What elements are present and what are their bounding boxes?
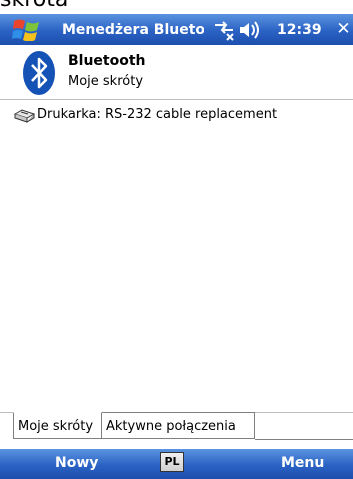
- page-title: Bluetooth: [68, 53, 146, 69]
- list-item-label: Drukarka: RS-232 cable replacement: [37, 107, 278, 122]
- tab-bar: Moje skróty Aktywne połączenia: [0, 412, 353, 450]
- printer-shortcut-icon: [13, 109, 36, 123]
- clock[interactable]: 12:39: [277, 20, 322, 40]
- tab-divider: [255, 439, 353, 440]
- list-item[interactable]: Drukarka: RS-232 cable replacement: [0, 106, 353, 126]
- title-bar: Menedżera Bluetool 12:39 ✕: [0, 14, 353, 45]
- tab-my-shortcuts[interactable]: Moje skróty: [13, 412, 102, 439]
- shortcut-list: Drukarka: RS-232 cable replacement: [0, 100, 353, 412]
- menu-softkey[interactable]: Menu: [281, 455, 324, 471]
- tab-active-connections[interactable]: Aktywne połączenia: [102, 412, 255, 439]
- page-header: Bluetooth Moje skróty: [0, 45, 353, 100]
- clipped-top-label: skrota: [0, 0, 68, 13]
- clipped-top-text: skrota: [0, 0, 353, 14]
- input-panel-button[interactable]: PL: [160, 452, 184, 472]
- bluetooth-icon: [23, 51, 55, 95]
- app-title: Menedżera Bluetool: [62, 22, 204, 38]
- close-button[interactable]: ✕: [334, 14, 353, 45]
- connectivity-icon[interactable]: [212, 19, 236, 41]
- new-softkey[interactable]: Nowy: [55, 455, 98, 471]
- speaker-icon[interactable]: [238, 20, 262, 40]
- windows-flag-icon[interactable]: [12, 18, 42, 41]
- page-subtitle: Moje skróty: [68, 74, 144, 89]
- softkey-bar: Nowy PL Menu: [0, 449, 353, 479]
